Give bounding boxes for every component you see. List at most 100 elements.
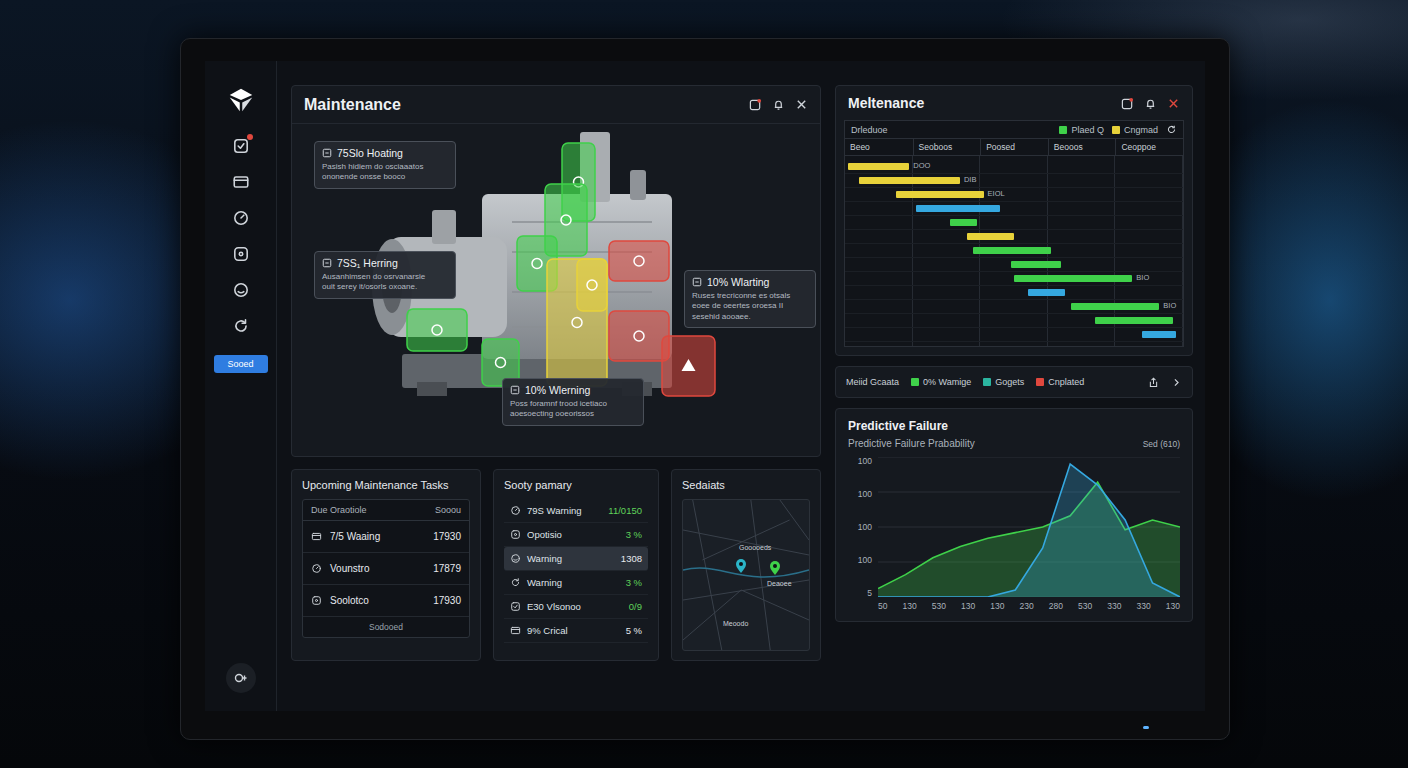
sidebar-button[interactable]: Sooed [214, 355, 268, 373]
summary-row[interactable]: Warning 1308 [504, 547, 648, 571]
summary-row[interactable]: 9% Crical 5 % [504, 619, 648, 643]
x-tick: 230 [1020, 601, 1034, 611]
sidebar-item[interactable] [232, 209, 250, 227]
map-label: Deaoee [767, 580, 792, 587]
power-led [1143, 726, 1149, 729]
gantt-bar[interactable] [1071, 303, 1159, 310]
status-icon [232, 281, 250, 299]
y-tick: 5 [848, 589, 872, 598]
callout: 75Slo Hoating Pasish hidiem do osciaaato… [314, 141, 456, 189]
sensor-icon [561, 215, 571, 225]
column-header: Beooos [1048, 139, 1116, 155]
legend-title: Meiid Gcaata [846, 377, 899, 387]
status-zone[interactable] [407, 309, 467, 351]
card-title: Sedaiats [682, 479, 810, 491]
card-title: Sooty pamary [504, 479, 648, 491]
legend-swatch [1112, 126, 1120, 134]
bar-label: EIOL [988, 190, 1005, 198]
status-zone[interactable] [662, 336, 715, 396]
status-icon [510, 385, 520, 395]
task-value: 17930 [433, 595, 461, 606]
gantt-row [845, 202, 1183, 216]
y-tick: 100 [848, 490, 872, 499]
column-header: Due Oraotiole [311, 505, 367, 515]
table-footer[interactable]: Sodooed [303, 617, 469, 637]
gantt-row [845, 258, 1183, 272]
panel-header: Meltenance [836, 86, 1192, 120]
summary-value: 1308 [621, 553, 642, 564]
column-header: Ceoppoe [1115, 139, 1183, 155]
x-tick: 530 [1078, 601, 1092, 611]
series-line[interactable] [878, 464, 1180, 597]
column-header: Beeo [845, 139, 913, 155]
gantt-bar[interactable] [1011, 261, 1062, 268]
task-label: Vounstro [330, 563, 425, 574]
sidebar-item[interactable] [232, 173, 250, 191]
task-label: 7/5 Waaing [330, 531, 425, 542]
gantt-row: DOO [845, 160, 1183, 174]
gantt-bar[interactable] [973, 247, 1051, 254]
sidebar-item[interactable] [232, 281, 250, 299]
roads-icon [683, 500, 809, 650]
gantt-row [845, 286, 1183, 300]
close-icon[interactable] [1167, 97, 1180, 110]
table-row[interactable]: Soolotco 17930 [303, 585, 469, 617]
status-zone[interactable] [609, 311, 669, 361]
gantt-bar[interactable] [967, 233, 1014, 240]
status-zone[interactable] [609, 241, 669, 281]
legend-item: 0% Wamige [911, 377, 971, 387]
callout-text: ononende onsse booco [322, 172, 448, 182]
summary-row[interactable]: Warning 3 % [504, 571, 648, 595]
logo-icon[interactable] [226, 85, 256, 115]
x-tick: 130 [990, 601, 1004, 611]
room-background: Sooed Maintenance 75Slo Hoating Pasish h… [0, 0, 1408, 768]
map-pin-icon[interactable] [735, 558, 747, 574]
summary-row[interactable]: 79S Warning 11/0150 [504, 499, 648, 523]
gantt-bar[interactable] [848, 163, 909, 170]
column-header: Sooou [435, 505, 461, 515]
task-label: Soolotco [330, 595, 425, 606]
notification-icon[interactable] [1121, 97, 1134, 110]
map-pin-icon[interactable] [769, 560, 781, 576]
gantt-bar[interactable] [859, 177, 960, 184]
gantt-bar[interactable] [1142, 331, 1176, 338]
bell-icon[interactable] [1144, 97, 1157, 110]
gantt-bar[interactable] [1028, 289, 1065, 296]
settings-button[interactable] [226, 663, 256, 693]
summary-row[interactable]: Opotisio 3 % [504, 523, 648, 547]
export-icon[interactable] [1148, 377, 1159, 388]
table-row[interactable]: 7/5 Waaing 17930 [303, 521, 469, 553]
sidebar-nav [232, 137, 250, 335]
chart-subtitle: Predictive Failure Prabability [848, 438, 975, 449]
summary-row[interactable]: E30 Vlsonoo 0/9 [504, 595, 648, 619]
status-zone[interactable] [577, 259, 607, 311]
panel-header: Maintenance [292, 86, 820, 124]
chevron-right-icon[interactable] [1171, 377, 1182, 388]
map[interactable]: GooooedsDeaoeeMeoodo [682, 499, 810, 651]
summary-value: 3 % [626, 577, 642, 588]
gantt-bar[interactable] [950, 219, 977, 226]
gantt-bar[interactable] [916, 205, 1001, 212]
status-zone[interactable] [547, 259, 607, 386]
close-icon[interactable] [795, 98, 808, 111]
bell-icon[interactable] [772, 98, 785, 111]
gantt-bar[interactable] [1014, 275, 1132, 282]
notification-icon[interactable] [749, 98, 762, 111]
refresh-icon[interactable] [1166, 124, 1177, 135]
bar-label: DOO [913, 162, 930, 170]
maintenance-panel: Maintenance 75Slo Hoating Pasish hidiem … [291, 85, 821, 457]
device-icon [232, 245, 250, 263]
sidebar-item[interactable] [232, 317, 250, 335]
gantt-bar[interactable] [896, 191, 984, 198]
sidebar-item[interactable] [232, 245, 250, 263]
bar-label: BIO [1163, 302, 1176, 310]
sensor-icon [532, 259, 542, 269]
notification-badge [247, 134, 253, 140]
panel-title: Meltenance [848, 95, 924, 111]
callout-title: 10% Wlarting [707, 276, 769, 288]
callout: 10% Wlarting Ruses trecriconne es otsals… [684, 270, 816, 328]
gantt-bar[interactable] [1095, 317, 1173, 324]
sidebar-item[interactable] [232, 137, 250, 155]
table-row[interactable]: Vounstro 17879 [303, 553, 469, 585]
series-area [878, 464, 1180, 597]
